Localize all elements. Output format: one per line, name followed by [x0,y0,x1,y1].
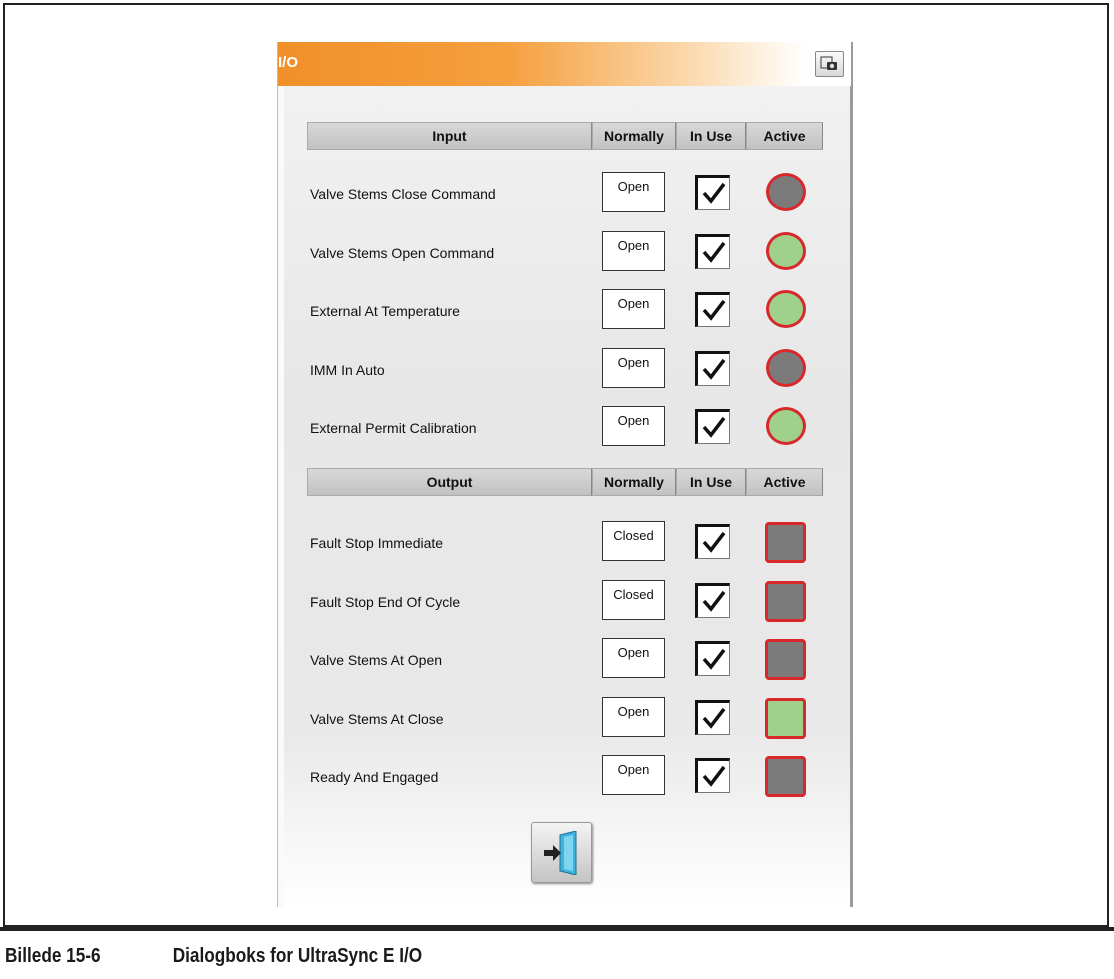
checkmark-icon [702,648,726,670]
checkmark-icon [702,358,726,380]
io-label: External At Temperature [310,303,460,319]
checkmark-icon [702,241,726,263]
normally-field[interactable]: Open [602,755,665,795]
output-normally-header: Normally [592,468,676,496]
dialog-edge [278,86,284,907]
active-indicator-circle [766,290,806,328]
snapshot-button[interactable] [815,51,844,77]
output-active-header: Active [746,468,823,496]
in-use-checkbox[interactable] [695,641,730,676]
normally-field[interactable]: Closed [602,579,665,620]
input-in-use-header: In Use [676,122,746,150]
active-indicator-square [765,580,806,622]
io-label: IMM In Auto [310,361,385,378]
in-use-checkbox[interactable] [695,175,730,210]
in-use-checkbox[interactable] [695,758,730,793]
normally-field[interactable]: Open [602,696,665,737]
in-use-checkbox[interactable] [695,582,730,618]
active-indicator-square [765,522,806,563]
io-label: Valve Stems At Close [310,710,444,727]
caption-text: Dialogboks for UltraSync E I/O [172,945,423,967]
io-label: Fault Stop End Of Cycle [310,593,461,610]
in-use-checkbox[interactable] [695,699,730,735]
normally-field[interactable]: Open [602,172,665,212]
input-active-header: Active [746,122,823,150]
normally-field[interactable]: Open [602,230,665,271]
figure-caption: Billede 15-6 Dialogboks for UltraSync E I… [5,945,422,968]
active-indicator-circle [766,348,806,387]
caption-number: Billede 15-6 [5,945,101,967]
exit-button[interactable] [531,822,592,883]
active-indicator-circle [766,173,806,211]
input-header: Input [307,122,592,150]
camera-icon [820,56,837,70]
io-label: Valve Stems At Open [310,652,443,668]
checkmark-icon [702,531,726,553]
input-normally-header: Normally [592,122,676,150]
in-use-checkbox[interactable] [695,524,730,559]
active-indicator-circle [766,407,806,445]
checkmark-icon [702,765,726,787]
active-indicator-square [765,639,806,680]
checkmark-icon [702,416,726,438]
normally-field[interactable]: Open [602,406,665,446]
active-indicator-circle [766,231,806,270]
exit-door-icon [544,831,577,875]
io-label: Ready And Engaged [310,769,439,785]
active-indicator-square [765,697,806,739]
io-label: Fault Stop Immediate [310,535,444,551]
title-bar: I/O [278,42,851,86]
normally-field[interactable]: Open [602,347,665,388]
caption-rule [0,927,1114,931]
checkmark-icon [702,299,726,321]
io-label: Valve Stems Open Command [310,244,495,261]
io-label: External Permit Calibration [310,420,477,436]
io-label: Valve Stems Close Command [310,186,496,202]
checkmark-icon [702,182,726,204]
normally-field[interactable]: Open [602,289,665,329]
in-use-checkbox[interactable] [695,409,730,444]
normally-field[interactable]: Closed [602,521,665,561]
normally-field[interactable]: Open [602,638,665,678]
in-use-checkbox[interactable] [695,292,730,327]
in-use-checkbox[interactable] [695,350,730,386]
output-header: Output [307,468,592,496]
in-use-checkbox[interactable] [695,233,730,269]
window-title: I/O [278,54,299,71]
checkmark-icon [702,707,726,729]
checkmark-icon [702,590,726,612]
output-in-use-header: In Use [676,468,746,496]
io-dialog: I/O Input Normally In Use Active Valve S… [277,42,853,907]
active-indicator-square [765,756,806,797]
